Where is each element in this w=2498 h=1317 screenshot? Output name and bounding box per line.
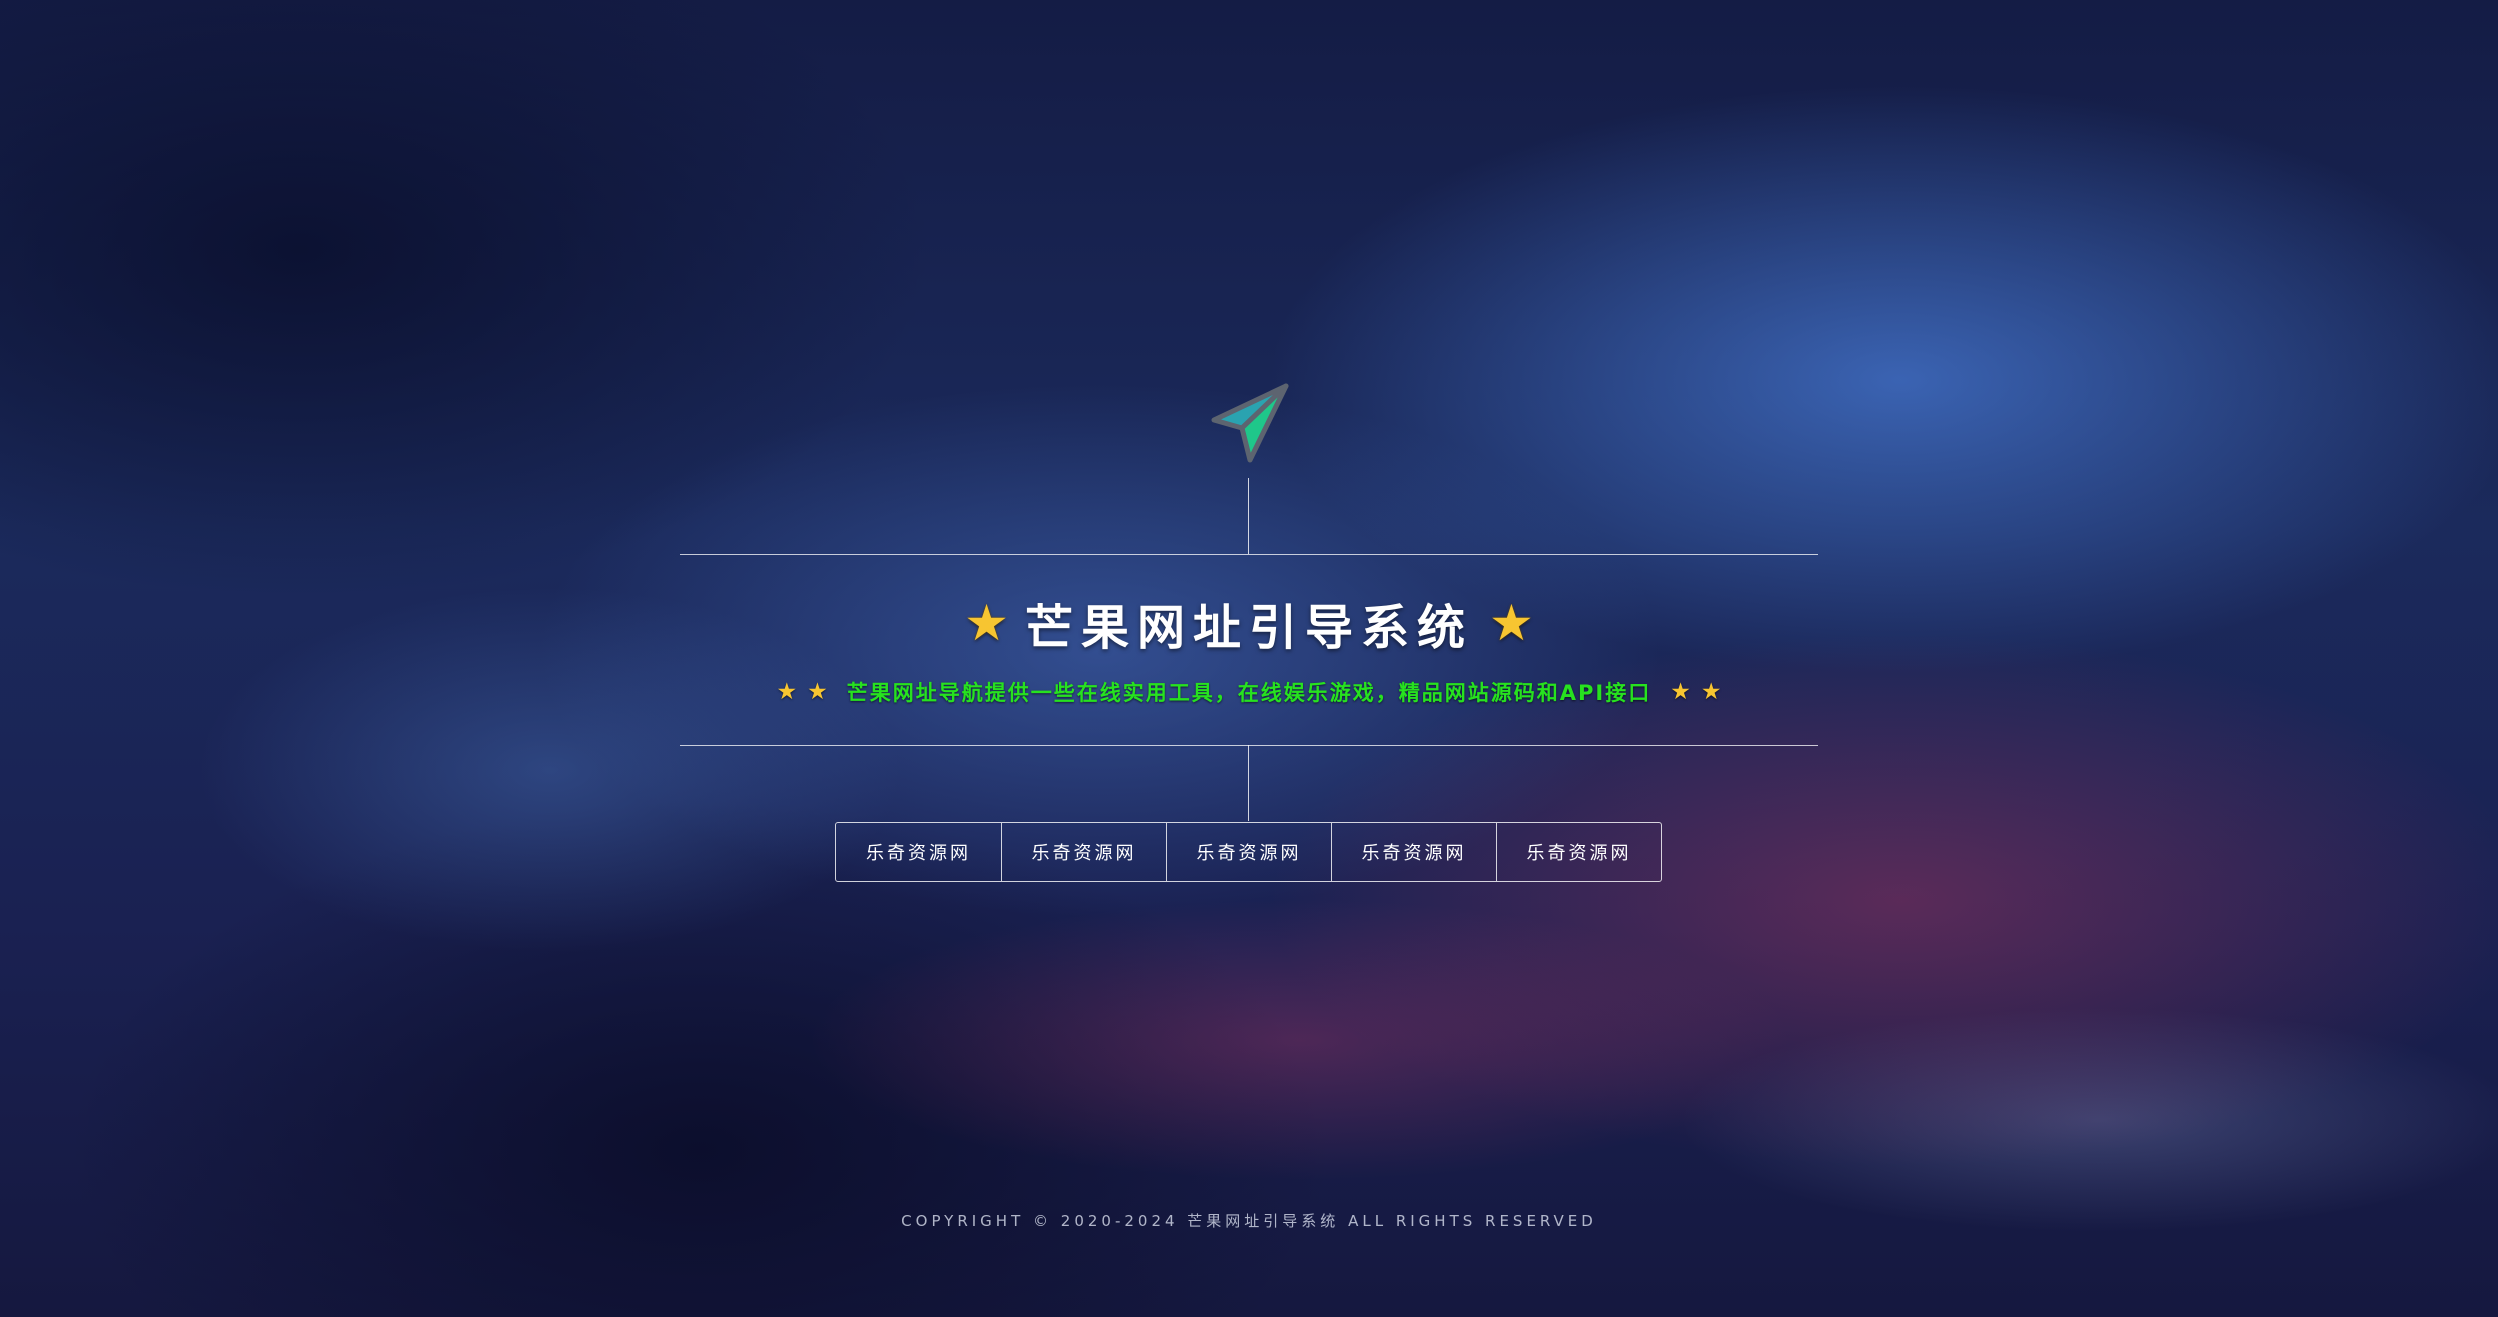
- nav-link-3[interactable]: 乐奇资源网: [1166, 823, 1331, 881]
- nav-link-5[interactable]: 乐奇资源网: [1496, 823, 1661, 881]
- connector-line-top: [1248, 478, 1249, 554]
- star-icon: ★: [776, 678, 798, 705]
- connector-line-bottom: [1248, 745, 1249, 821]
- page-background: ★ 芒果网址引导系统 ★ ★ ★ 芒果网址导航提供一些在线实用工具，在线娱乐游戏…: [0, 0, 2498, 1317]
- paper-plane-icon: [1211, 383, 1289, 463]
- footer-copyright: COPYRIGHT © 2020-2024 芒果网址引导系统 ALL RIGHT…: [901, 1212, 1597, 1230]
- page-title: 芒果网址引导系统: [1024, 600, 1473, 656]
- subtitle-row: ★ ★ 芒果网址导航提供一些在线实用工具，在线娱乐游戏，精品网站源码和API接口…: [680, 674, 1818, 710]
- link-nav: 乐奇资源网 乐奇资源网 乐奇资源网 乐奇资源网 乐奇资源网: [835, 822, 1662, 882]
- star-icon: ★: [1670, 678, 1691, 705]
- nav-link-1[interactable]: 乐奇资源网: [836, 823, 1001, 881]
- nav-link-4[interactable]: 乐奇资源网: [1331, 823, 1496, 881]
- page-subtitle: 芒果网址导航提供一些在线实用工具，在线娱乐游戏，精品网站源码和API接口: [846, 681, 1652, 705]
- star-icon: ★: [1489, 594, 1534, 652]
- nav-link-2[interactable]: 乐奇资源网: [1001, 823, 1166, 881]
- divider-bottom: [680, 745, 1818, 746]
- star-icon: ★: [964, 594, 1009, 652]
- star-icon: ★: [807, 678, 828, 705]
- divider-top: [680, 554, 1818, 555]
- title-row: ★ 芒果网址引导系统 ★: [680, 588, 1818, 658]
- star-icon: ★: [1700, 678, 1722, 705]
